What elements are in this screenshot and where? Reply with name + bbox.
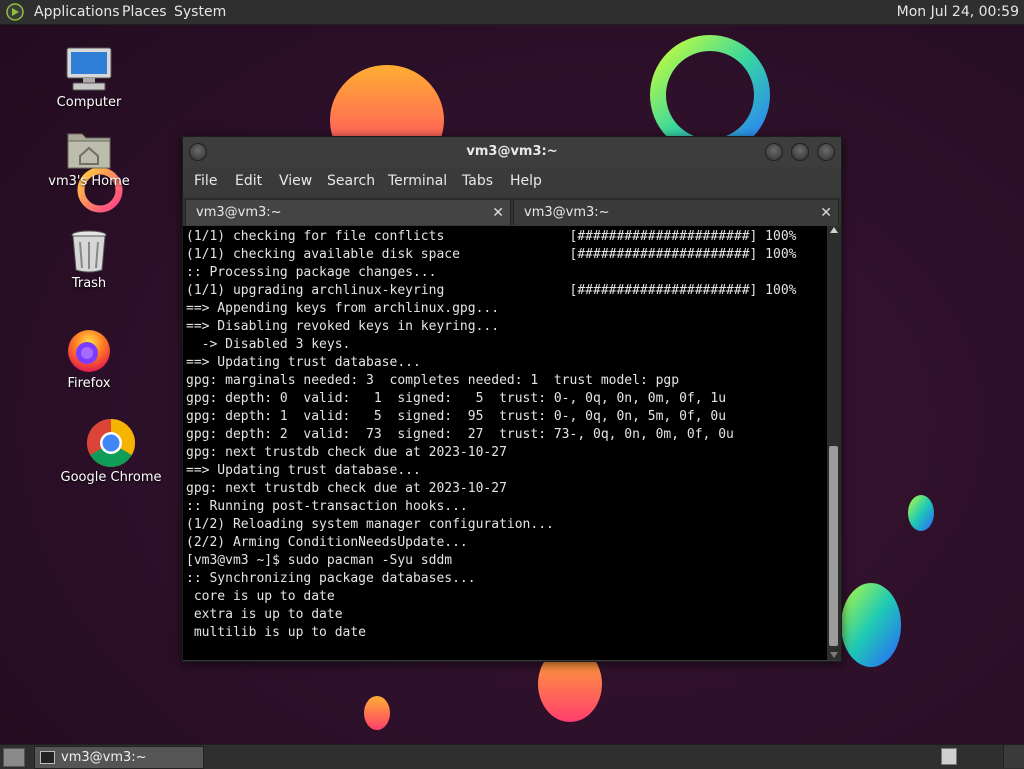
desktop-icon-label: Firefox xyxy=(67,376,111,391)
scroll-down-arrow-icon[interactable] xyxy=(830,652,838,658)
menu-tabs[interactable]: Tabs xyxy=(462,173,493,189)
system-menu[interactable]: System xyxy=(174,0,226,24)
chrome-icon xyxy=(86,419,136,468)
computer-icon xyxy=(66,47,112,91)
panel-corner xyxy=(1003,745,1024,768)
trash-icon xyxy=(71,230,107,273)
menu-file[interactable]: File xyxy=(194,173,217,189)
terminal-output-area[interactable]: (1/1) checking for file conflicts [#####… xyxy=(183,226,827,660)
scrollbar-thumb[interactable] xyxy=(829,446,838,646)
desktop-icon-label: Trash xyxy=(71,276,107,291)
maximize-button[interactable] xyxy=(791,143,809,161)
places-menu[interactable]: Places xyxy=(122,0,167,24)
desktop-icon-label: Computer xyxy=(56,95,122,110)
tab-terminal-1[interactable]: vm3@vm3:~ ✕ xyxy=(185,199,511,225)
menu-search[interactable]: Search xyxy=(327,173,375,189)
taskbar-button-terminal[interactable]: vm3@vm3:~ xyxy=(34,746,204,769)
desktop-icon-label: Google Chrome xyxy=(60,470,162,485)
tab-terminal-2[interactable]: vm3@vm3:~ ✕ xyxy=(513,199,839,225)
vertical-scrollbar[interactable] xyxy=(827,226,841,660)
taskbar-label: vm3@vm3:~ xyxy=(61,750,147,765)
tab-close-icon[interactable]: ✕ xyxy=(820,200,832,226)
distro-logo-icon[interactable] xyxy=(6,3,24,21)
close-button[interactable] xyxy=(817,143,835,161)
menu-view[interactable]: View xyxy=(279,173,312,189)
scroll-up-arrow-icon[interactable] xyxy=(830,227,838,233)
tab-label: vm3@vm3:~ xyxy=(524,205,610,220)
tab-bar: vm3@vm3:~ ✕ vm3@vm3:~ ✕ xyxy=(183,197,841,225)
firefox-icon xyxy=(68,330,110,372)
menu-help[interactable]: Help xyxy=(510,173,542,189)
applications-menu[interactable]: Applications xyxy=(34,0,120,24)
desktop-icon-label: vm3's Home xyxy=(48,174,130,189)
window-title: vm3@vm3:~ xyxy=(466,144,558,159)
minimize-button[interactable] xyxy=(765,143,783,161)
desktop-icon-firefox[interactable]: Firefox xyxy=(34,326,144,391)
tab-label: vm3@vm3:~ xyxy=(196,205,282,220)
desktop-icon-chrome[interactable]: Google Chrome xyxy=(56,418,166,485)
title-bar[interactable]: vm3@vm3:~ xyxy=(183,137,841,167)
desktop-icon-home[interactable]: vm3's Home xyxy=(34,128,144,189)
terminal-output[interactable]: (1/1) checking for file conflicts [#####… xyxy=(183,226,827,642)
terminal-icon xyxy=(40,751,55,764)
tab-close-icon[interactable]: ✕ xyxy=(492,200,504,226)
desktop-icon-computer[interactable]: Computer xyxy=(34,45,144,110)
desktop-icon-trash[interactable]: Trash xyxy=(34,228,144,291)
menu-terminal[interactable]: Terminal xyxy=(388,173,447,189)
show-desktop-button[interactable] xyxy=(3,748,25,767)
home-folder-icon xyxy=(67,133,111,169)
terminal-window[interactable]: vm3@vm3:~ File Edit View Search Terminal… xyxy=(182,136,842,662)
workspace-switcher[interactable] xyxy=(941,748,957,765)
menu-edit[interactable]: Edit xyxy=(235,173,262,189)
menu-bar: File Edit View Search Terminal Tabs Help xyxy=(183,167,841,195)
top-panel: Applications Places System Mon Jul 24, 0… xyxy=(0,0,1024,25)
bottom-panel: vm3@vm3:~ xyxy=(0,744,1024,769)
clock[interactable]: Mon Jul 24, 00:59 xyxy=(897,0,1019,24)
